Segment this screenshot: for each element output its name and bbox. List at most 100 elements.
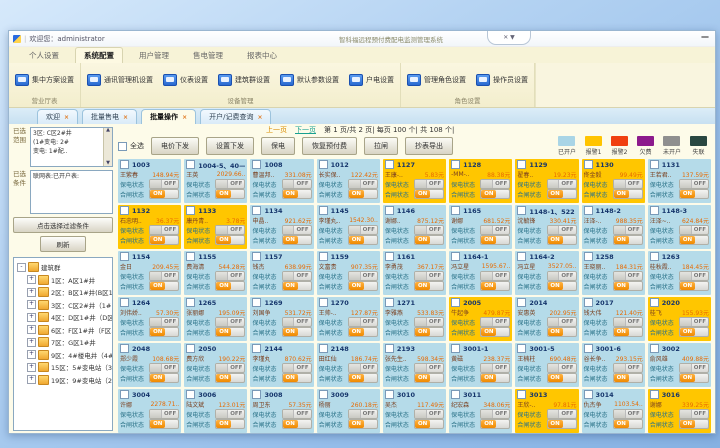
toolbar-button[interactable]: 设置下发 <box>206 137 254 155</box>
meter-checkbox[interactable] <box>385 390 394 399</box>
protect-toggle[interactable]: OFF <box>613 179 643 189</box>
protect-toggle[interactable]: OFF <box>480 179 510 189</box>
switch-toggle[interactable]: ON <box>414 189 444 199</box>
protect-toggle[interactable]: OFF <box>414 363 444 373</box>
meter-checkbox[interactable] <box>319 298 328 307</box>
protect-toggle[interactable]: OFF <box>547 271 577 281</box>
ribbon-button[interactable]: 通讯管理机设置 <box>87 74 153 86</box>
meter-card[interactable]: 1145 李瑾丸.. 1542.30.. 保电状态 OFF 合闸状态 ON <box>317 205 380 249</box>
switch-toggle[interactable]: ON <box>679 235 709 245</box>
tree-item[interactable]: + 2区：B区1#井(B区1.. <box>27 286 112 299</box>
meter-card[interactable]: 1130 佟金毅 99.49元 保电状态 OFF 合闸状态 ON <box>582 159 645 203</box>
switch-toggle[interactable]: ON <box>348 327 378 337</box>
switch-toggle[interactable]: ON <box>215 235 245 245</box>
meter-card[interactable]: 3001-1 黄磁 238.37元 保电状态 OFF 合闸状态 ON <box>449 343 512 387</box>
ribbon-button[interactable]: 默认参数设置 <box>280 74 339 86</box>
meter-card[interactable]: 3001-6 谷长争.. 293.15元 保电状态 OFF 合闸状态 ON <box>582 343 645 387</box>
expand-expander-icon[interactable]: + <box>27 375 36 384</box>
nav-tab[interactable]: 个人设置 <box>21 48 67 63</box>
meter-checkbox[interactable] <box>186 206 195 215</box>
meter-card[interactable]: 2014 安惠英 202.95元 保电状态 OFF 合闸状态 ON <box>515 297 578 341</box>
protect-toggle[interactable]: OFF <box>215 409 245 419</box>
protect-toggle[interactable]: OFF <box>679 179 709 189</box>
switch-toggle[interactable]: ON <box>613 373 643 383</box>
range-listbox[interactable]: 3区: C区2#井(1#变电: 2#变电: 1#配..▲▼ <box>30 127 113 167</box>
toolbar-button[interactable]: 抄表导出 <box>405 137 453 155</box>
switch-toggle[interactable]: ON <box>414 373 444 383</box>
switch-toggle[interactable]: ON <box>613 419 643 429</box>
meter-checkbox[interactable] <box>584 252 593 261</box>
switch-toggle[interactable]: ON <box>149 189 179 199</box>
meter-checkbox[interactable] <box>252 160 261 169</box>
meter-checkbox[interactable] <box>584 390 593 399</box>
protect-toggle[interactable]: OFF <box>613 225 643 235</box>
switch-toggle[interactable]: ON <box>547 419 577 429</box>
tree-item[interactable]: + 3区：C区2#井（1#.. <box>27 299 112 312</box>
nav-tab[interactable]: 售电管理 <box>185 48 231 63</box>
toolbar-button[interactable]: 电价下发 <box>151 137 199 155</box>
meter-checkbox[interactable] <box>120 298 129 307</box>
protect-toggle[interactable]: OFF <box>282 409 312 419</box>
nav-tab[interactable]: 报表中心 <box>239 48 285 63</box>
ribbon-collapse-control[interactable]: ✕ ▼ <box>487 31 531 45</box>
meter-checkbox[interactable] <box>584 298 593 307</box>
switch-toggle[interactable]: ON <box>480 281 510 291</box>
protect-toggle[interactable]: OFF <box>547 179 577 189</box>
meter-card[interactable]: 1004-5、40— 王英 2029.66.. 保电状态 OFF 合闸状态 ON <box>184 159 247 203</box>
meter-card[interactable]: 1154 金日 209.45元 保电状态 OFF 合闸状态 ON <box>118 251 181 295</box>
protect-toggle[interactable]: OFF <box>547 409 577 419</box>
meter-card[interactable]: 1133 康丹青.. 3.78元 保电状态 OFF 合闸状态 ON <box>184 205 247 249</box>
meter-card[interactable]: 2005 牛起争 479.87元 保电状态 OFF 合闸状态 ON <box>449 297 512 341</box>
collapse-expander-icon[interactable]: - <box>17 263 26 272</box>
protect-toggle[interactable]: OFF <box>348 271 378 281</box>
protect-toggle[interactable]: OFF <box>149 225 179 235</box>
meter-checkbox[interactable] <box>186 298 195 307</box>
switch-toggle[interactable]: ON <box>282 235 312 245</box>
switch-toggle[interactable]: ON <box>149 419 179 429</box>
tree-item[interactable]: + 1区：A区1#井 <box>27 274 112 287</box>
protect-toggle[interactable]: OFF <box>282 225 312 235</box>
meter-card[interactable]: 3004 许娜 2278.71.. 保电状态 OFF 合闸状态 ON <box>118 389 181 433</box>
switch-toggle[interactable]: ON <box>679 189 709 199</box>
meter-checkbox[interactable] <box>650 206 659 215</box>
ribbon-button[interactable]: 操作员设置 <box>476 74 528 86</box>
meter-checkbox[interactable] <box>517 390 526 399</box>
switch-toggle[interactable]: ON <box>282 327 312 337</box>
expand-expander-icon[interactable]: + <box>27 325 36 334</box>
next-page-link[interactable]: 下一页 <box>295 125 316 135</box>
switch-toggle[interactable]: ON <box>149 327 179 337</box>
meter-card[interactable]: 3010 吴杰 117.49元 保电状态 OFF 合闸状态 ON <box>383 389 446 433</box>
expand-expander-icon[interactable]: + <box>27 275 36 284</box>
switch-toggle[interactable]: ON <box>149 373 179 383</box>
switch-toggle[interactable]: ON <box>149 235 179 245</box>
protect-toggle[interactable]: OFF <box>480 225 510 235</box>
switch-toggle[interactable]: ON <box>679 327 709 337</box>
meter-checkbox[interactable] <box>120 206 129 215</box>
switch-toggle[interactable]: ON <box>348 419 378 429</box>
meter-card[interactable]: 3011 纪宏森 348.06元 保电状态 OFF 合闸状态 ON <box>449 389 512 433</box>
meter-card[interactable]: 1269 刘国争 531.72元 保电状态 OFF 合闸状态 ON <box>250 297 313 341</box>
switch-toggle[interactable]: ON <box>480 419 510 429</box>
meter-checkbox[interactable] <box>186 160 195 169</box>
tree-item[interactable]: + 9区：4#楼电井（4#.. <box>27 349 112 362</box>
filter-select-button[interactable]: 点击选择过滤条件 <box>13 217 113 233</box>
protect-toggle[interactable]: OFF <box>414 179 444 189</box>
meter-card[interactable]: 1131 王若君.. 137.59元 保电状态 OFF 合闸状态 ON <box>648 159 711 203</box>
meter-checkbox[interactable] <box>650 160 659 169</box>
protect-toggle[interactable]: OFF <box>149 179 179 189</box>
switch-toggle[interactable]: ON <box>282 419 312 429</box>
switch-toggle[interactable]: ON <box>547 189 577 199</box>
switch-toggle[interactable]: ON <box>149 281 179 291</box>
select-all-checkbox[interactable] <box>118 142 127 151</box>
switch-toggle[interactable]: ON <box>414 419 444 429</box>
meter-card[interactable]: 1128 -MM-.. 88.38元 保电状态 OFF 合闸状态 ON <box>449 159 512 203</box>
protect-toggle[interactable]: OFF <box>679 225 709 235</box>
nav-tab[interactable]: 系统配置 <box>75 47 123 63</box>
meter-checkbox[interactable] <box>319 390 328 399</box>
ribbon-button[interactable]: 建筑群设置 <box>218 74 270 86</box>
protect-toggle[interactable]: OFF <box>414 317 444 327</box>
switch-toggle[interactable]: ON <box>679 281 709 291</box>
protect-toggle[interactable]: OFF <box>149 271 179 281</box>
meter-checkbox[interactable] <box>252 298 261 307</box>
switch-toggle[interactable]: ON <box>613 281 643 291</box>
